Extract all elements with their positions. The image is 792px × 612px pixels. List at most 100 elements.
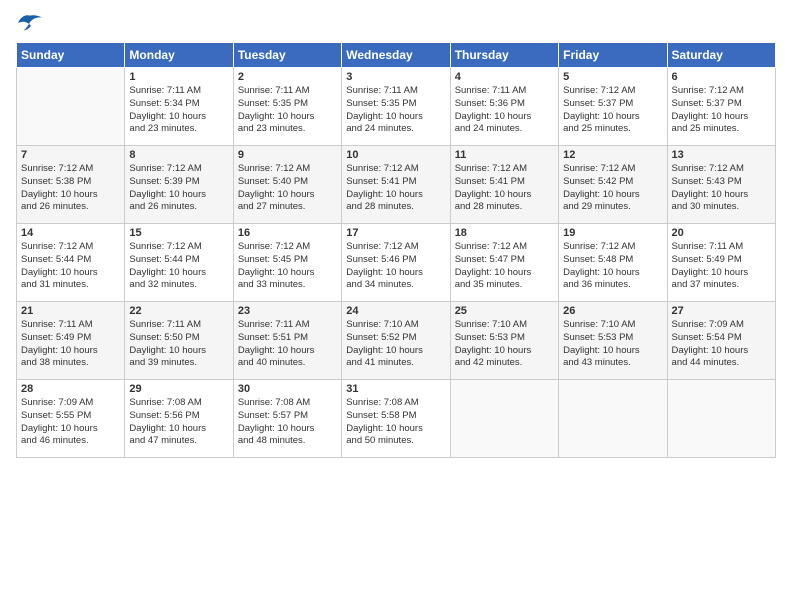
logo-bird-icon — [16, 12, 44, 34]
calendar-cell: 18 Sunrise: 7:12 AM Sunset: 5:47 PM Dayli… — [450, 224, 558, 302]
day-number: 28 — [21, 383, 120, 395]
calendar-cell: 25 Sunrise: 7:10 AM Sunset: 5:53 PM Dayli… — [450, 302, 558, 380]
calendar-cell: 10Sunrise: 7:12 AM Sunset: 5:41 PM Dayli… — [342, 146, 450, 224]
page-container: SundayMondayTuesdayWednesdayThursdayFrid… — [0, 0, 792, 466]
day-number: 30 — [238, 383, 337, 395]
day-number: 10 — [346, 149, 445, 161]
header — [16, 12, 776, 34]
day-info: Sunrise: 7:11 AM Sunset: 5:49 PM Dayligh… — [21, 319, 120, 370]
day-info: Sunrise: 7:12 AM Sunset: 5:44 PM Dayligh… — [21, 241, 120, 292]
calendar-cell: 24 Sunrise: 7:10 AM Sunset: 5:52 PM Dayli… — [342, 302, 450, 380]
calendar-cell: 22 Sunrise: 7:11 AM Sunset: 5:50 PM Dayli… — [125, 302, 233, 380]
day-info: Sunrise: 7:12 AM Sunset: 5:40 PM Dayligh… — [238, 163, 337, 214]
day-number: 25 — [455, 305, 554, 317]
day-info: Sunrise: 7:12 AM Sunset: 5:37 PM Dayligh… — [672, 85, 771, 136]
day-info: Sunrise: 7:12 AM Sunset: 5:46 PM Dayligh… — [346, 241, 445, 292]
day-header: Thursday — [450, 43, 558, 68]
calendar-cell: 7Sunrise: 7:12 AM Sunset: 5:38 PM Daylig… — [17, 146, 125, 224]
calendar-cell: 23 Sunrise: 7:11 AM Sunset: 5:51 PM Dayli… — [233, 302, 341, 380]
calendar-cell — [17, 68, 125, 146]
day-number: 13 — [672, 149, 771, 161]
calendar-cell: 12Sunrise: 7:12 AM Sunset: 5:42 PM Dayli… — [559, 146, 667, 224]
day-number: 15 — [129, 227, 228, 239]
day-info: Sunrise: 7:12 AM Sunset: 5:38 PM Dayligh… — [21, 163, 120, 214]
day-number: 17 — [346, 227, 445, 239]
day-number: 1 — [129, 71, 228, 83]
calendar-cell: 11 Sunrise: 7:12 AM Sunset: 5:41 PM Dayli… — [450, 146, 558, 224]
day-number: 2 — [238, 71, 337, 83]
day-number: 9 — [238, 149, 337, 161]
day-info: Sunrise: 7:09 AM Sunset: 5:55 PM Dayligh… — [21, 397, 120, 448]
calendar-cell: 29 Sunrise: 7:08 AM Sunset: 5:56 PM Dayli… — [125, 380, 233, 458]
calendar-week-row: 21 Sunrise: 7:11 AM Sunset: 5:49 PM Dayli… — [17, 302, 776, 380]
day-number: 19 — [563, 227, 662, 239]
day-info: Sunrise: 7:12 AM Sunset: 5:43 PM Dayligh… — [672, 163, 771, 214]
day-info: Sunrise: 7:11 AM Sunset: 5:35 PM Dayligh… — [238, 85, 337, 136]
day-info: Sunrise: 7:09 AM Sunset: 5:54 PM Dayligh… — [672, 319, 771, 370]
calendar-cell: 6Sunrise: 7:12 AM Sunset: 5:37 PM Daylig… — [667, 68, 775, 146]
day-header: Monday — [125, 43, 233, 68]
day-info: Sunrise: 7:11 AM Sunset: 5:35 PM Dayligh… — [346, 85, 445, 136]
calendar-cell — [450, 380, 558, 458]
logo — [16, 12, 48, 34]
day-info: Sunrise: 7:08 AM Sunset: 5:56 PM Dayligh… — [129, 397, 228, 448]
calendar-cell: 30 Sunrise: 7:08 AM Sunset: 5:57 PM Dayli… — [233, 380, 341, 458]
day-number: 29 — [129, 383, 228, 395]
day-info: Sunrise: 7:10 AM Sunset: 5:52 PM Dayligh… — [346, 319, 445, 370]
calendar-cell: 28 Sunrise: 7:09 AM Sunset: 5:55 PM Dayli… — [17, 380, 125, 458]
day-info: Sunrise: 7:12 AM Sunset: 5:47 PM Dayligh… — [455, 241, 554, 292]
calendar-week-row: 7Sunrise: 7:12 AM Sunset: 5:38 PM Daylig… — [17, 146, 776, 224]
day-number: 22 — [129, 305, 228, 317]
calendar-cell: 3 Sunrise: 7:11 AM Sunset: 5:35 PM Daylig… — [342, 68, 450, 146]
day-info: Sunrise: 7:12 AM Sunset: 5:39 PM Dayligh… — [129, 163, 228, 214]
day-number: 5 — [563, 71, 662, 83]
day-number: 26 — [563, 305, 662, 317]
calendar-week-row: 14 Sunrise: 7:12 AM Sunset: 5:44 PM Dayli… — [17, 224, 776, 302]
calendar-cell — [667, 380, 775, 458]
day-number: 23 — [238, 305, 337, 317]
day-header: Tuesday — [233, 43, 341, 68]
calendar-cell: 15Sunrise: 7:12 AM Sunset: 5:44 PM Dayli… — [125, 224, 233, 302]
calendar-week-row: 28 Sunrise: 7:09 AM Sunset: 5:55 PM Dayli… — [17, 380, 776, 458]
day-number: 8 — [129, 149, 228, 161]
calendar-cell: 27Sunrise: 7:09 AM Sunset: 5:54 PM Dayli… — [667, 302, 775, 380]
day-info: Sunrise: 7:11 AM Sunset: 5:49 PM Dayligh… — [672, 241, 771, 292]
calendar-cell: 19 Sunrise: 7:12 AM Sunset: 5:48 PM Dayli… — [559, 224, 667, 302]
day-info: Sunrise: 7:12 AM Sunset: 5:48 PM Dayligh… — [563, 241, 662, 292]
day-info: Sunrise: 7:11 AM Sunset: 5:34 PM Dayligh… — [129, 85, 228, 136]
day-info: Sunrise: 7:10 AM Sunset: 5:53 PM Dayligh… — [455, 319, 554, 370]
day-header: Wednesday — [342, 43, 450, 68]
calendar-cell: 26Sunrise: 7:10 AM Sunset: 5:53 PM Dayli… — [559, 302, 667, 380]
day-number: 4 — [455, 71, 554, 83]
calendar-cell: 9 Sunrise: 7:12 AM Sunset: 5:40 PM Daylig… — [233, 146, 341, 224]
day-number: 24 — [346, 305, 445, 317]
day-info: Sunrise: 7:12 AM Sunset: 5:42 PM Dayligh… — [563, 163, 662, 214]
day-number: 3 — [346, 71, 445, 83]
day-info: Sunrise: 7:11 AM Sunset: 5:50 PM Dayligh… — [129, 319, 228, 370]
calendar-cell: 14 Sunrise: 7:12 AM Sunset: 5:44 PM Dayli… — [17, 224, 125, 302]
day-number: 18 — [455, 227, 554, 239]
day-number: 20 — [672, 227, 771, 239]
calendar-cell: 21 Sunrise: 7:11 AM Sunset: 5:49 PM Dayli… — [17, 302, 125, 380]
day-number: 11 — [455, 149, 554, 161]
calendar-cell: 1 Sunrise: 7:11 AM Sunset: 5:34 PM Daylig… — [125, 68, 233, 146]
day-number: 31 — [346, 383, 445, 395]
calendar-cell: 17 Sunrise: 7:12 AM Sunset: 5:46 PM Dayli… — [342, 224, 450, 302]
calendar-cell: 20 Sunrise: 7:11 AM Sunset: 5:49 PM Dayli… — [667, 224, 775, 302]
calendar-cell: 2 Sunrise: 7:11 AM Sunset: 5:35 PM Daylig… — [233, 68, 341, 146]
calendar-cell: 5 Sunrise: 7:12 AM Sunset: 5:37 PM Daylig… — [559, 68, 667, 146]
day-number: 21 — [21, 305, 120, 317]
calendar-cell: 31 Sunrise: 7:08 AM Sunset: 5:58 PM Dayli… — [342, 380, 450, 458]
day-header: Saturday — [667, 43, 775, 68]
day-info: Sunrise: 7:08 AM Sunset: 5:58 PM Dayligh… — [346, 397, 445, 448]
calendar-cell: 16Sunrise: 7:12 AM Sunset: 5:45 PM Dayli… — [233, 224, 341, 302]
day-info: Sunrise: 7:12 AM Sunset: 5:41 PM Dayligh… — [455, 163, 554, 214]
day-number: 14 — [21, 227, 120, 239]
day-info: Sunrise: 7:11 AM Sunset: 5:51 PM Dayligh… — [238, 319, 337, 370]
day-number: 16 — [238, 227, 337, 239]
day-info: Sunrise: 7:12 AM Sunset: 5:37 PM Dayligh… — [563, 85, 662, 136]
day-info: Sunrise: 7:08 AM Sunset: 5:57 PM Dayligh… — [238, 397, 337, 448]
calendar-cell: 8 Sunrise: 7:12 AM Sunset: 5:39 PM Daylig… — [125, 146, 233, 224]
calendar-table: SundayMondayTuesdayWednesdayThursdayFrid… — [16, 42, 776, 458]
calendar-week-row: 1 Sunrise: 7:11 AM Sunset: 5:34 PM Daylig… — [17, 68, 776, 146]
